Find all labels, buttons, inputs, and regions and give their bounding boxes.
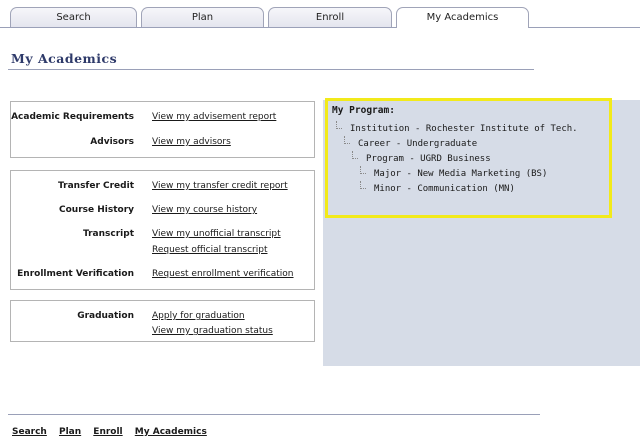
transfer-credit-link[interactable]: View my transfer credit report <box>152 181 288 191</box>
tree-connector-icon <box>352 151 358 159</box>
academic-requirements-box: Academic Requirements View my advisement… <box>10 101 315 158</box>
academic-requirements-label: Academic Requirements <box>11 112 134 122</box>
advisors-label: Advisors <box>90 137 134 147</box>
tree-connector-icon <box>336 121 342 129</box>
footer-nav: Search Plan Enroll My Academics <box>12 427 216 437</box>
page-title: My Academics <box>11 51 118 66</box>
tab-enroll[interactable]: Enroll <box>268 7 392 27</box>
minor-item: Minor - Communication (MN) <box>374 184 515 194</box>
transfer-credit-label: Transfer Credit <box>58 181 134 191</box>
my-program-title: My Program: <box>332 105 395 116</box>
tab-my-academics[interactable]: My Academics <box>396 7 529 28</box>
graduation-box: Graduation Apply for graduation View my … <box>10 300 315 342</box>
program-item: Program - UGRD Business <box>366 154 491 164</box>
my-program-box: My Program: Institution - Rochester Inst… <box>325 98 612 218</box>
footer-divider <box>8 414 540 415</box>
tree-connector-icon <box>344 136 350 144</box>
enrollment-verification-label: Enrollment Verification <box>17 269 134 279</box>
graduation-label: Graduation <box>77 311 134 321</box>
institution-item: Institution - Rochester Institute of Tec… <box>350 124 578 134</box>
graduation-status-link[interactable]: View my graduation status <box>152 326 273 336</box>
apply-graduation-link[interactable]: Apply for graduation <box>152 311 245 321</box>
major-item: Major - New Media Marketing (BS) <box>374 169 548 179</box>
records-box: Transfer Credit View my transfer credit … <box>10 170 315 290</box>
official-transcript-link[interactable]: Request official transcript <box>152 245 267 255</box>
footer-link-enroll[interactable]: Enroll <box>93 427 122 437</box>
footer-link-plan[interactable]: Plan <box>59 427 81 437</box>
footer-link-search[interactable]: Search <box>12 427 47 437</box>
footer-link-my-academics[interactable]: My Academics <box>135 427 207 437</box>
tab-plan[interactable]: Plan <box>141 7 264 27</box>
advisors-link[interactable]: View my advisors <box>152 137 231 147</box>
title-divider <box>8 69 534 70</box>
advisement-report-link[interactable]: View my advisement report <box>152 112 276 122</box>
transcript-label: Transcript <box>82 229 134 239</box>
course-history-link[interactable]: View my course history <box>152 205 257 215</box>
tree-connector-icon <box>360 181 366 189</box>
career-item: Career - Undergraduate <box>358 139 478 149</box>
tab-search[interactable]: Search <box>10 7 137 27</box>
tab-bar: Search Plan Enroll My Academics <box>0 0 640 32</box>
course-history-label: Course History <box>59 205 134 215</box>
enrollment-verification-link[interactable]: Request enrollment verification <box>152 269 294 279</box>
tree-connector-icon <box>360 166 366 174</box>
unofficial-transcript-link[interactable]: View my unofficial transcript <box>152 229 281 239</box>
